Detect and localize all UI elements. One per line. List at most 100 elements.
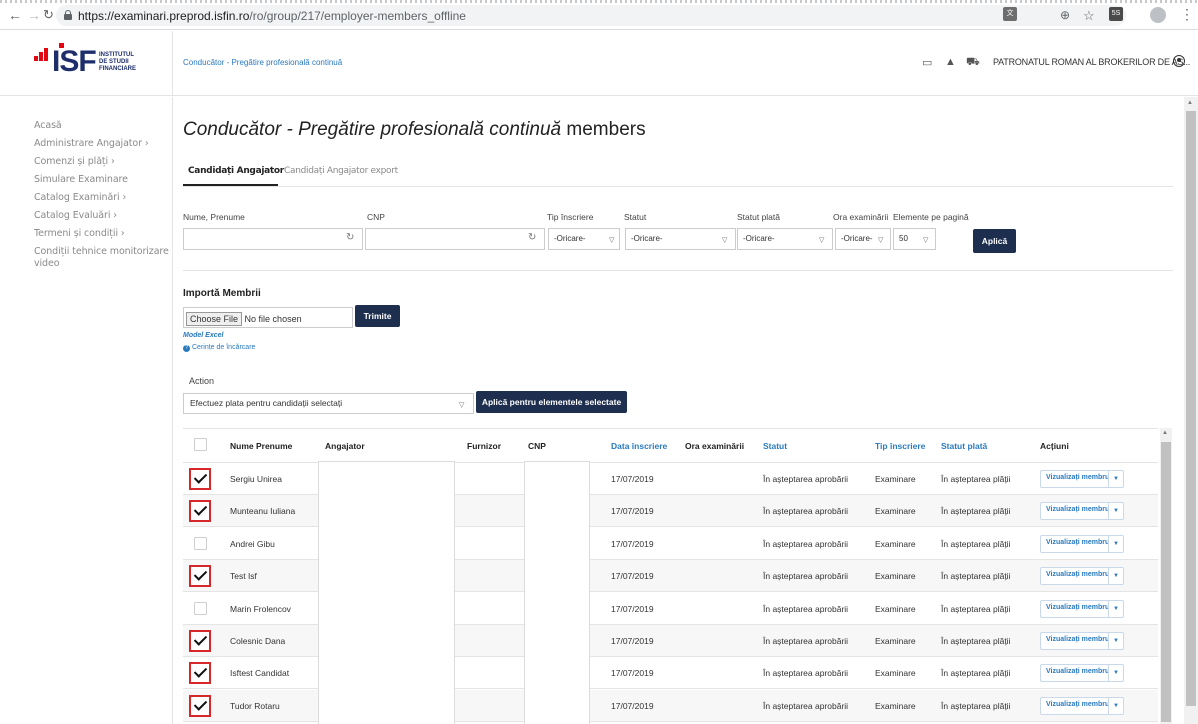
col-cnp[interactable]: CNP	[528, 441, 546, 451]
isf-logo[interactable]: ISF INSTITUTUL DE STUDII FINANCIARE	[34, 43, 164, 83]
tab-candidati-angajator[interactable]: Candidați Angajator	[188, 166, 284, 176]
logo-institution: INSTITUTUL DE STUDII FINANCIARE	[99, 52, 136, 73]
select-all-checkbox[interactable]	[194, 438, 207, 451]
page-scrollbar[interactable]: ▲	[1184, 97, 1198, 724]
calendar-icon[interactable]: ▭	[922, 56, 932, 69]
scroll-up-icon[interactable]: ▲	[1187, 100, 1193, 106]
zoom-icon[interactable]: ⊕	[1060, 8, 1070, 22]
translate-extension-icon[interactable]: 文	[1003, 7, 1017, 21]
row-checkbox-checked[interactable]	[189, 565, 211, 588]
row-checkbox[interactable]	[194, 601, 207, 615]
view-member-button[interactable]: Vizualizați membru ▼	[1040, 567, 1124, 586]
sidebar-item-administrare-angajator[interactable]: Administrare Angajator ›	[34, 138, 149, 149]
cell-payment: În așteptarea plății	[941, 700, 1011, 711]
ora-examinarii-select[interactable]: -Oricare- ▽	[835, 228, 891, 250]
cell-name: Test Isf	[230, 571, 257, 582]
bookmark-star-icon[interactable]: ☆	[1083, 8, 1095, 24]
caret-down-icon[interactable]: ▼	[1108, 534, 1123, 553]
apply-selected-button[interactable]: Aplică pentru elementele selectate	[476, 391, 627, 413]
sidebar-item-comenzi-si-plati[interactable]: Comenzi și plăți ›	[34, 156, 115, 167]
action-label: Action	[189, 376, 215, 386]
row-checkbox-checked[interactable]	[189, 662, 211, 685]
sidebar-item-conditii-tehnice-cont[interactable]: video	[34, 258, 60, 269]
col-statut[interactable]: Statut	[763, 441, 787, 451]
app-header: ISF INSTITUTUL DE STUDII FINANCIARE Cond…	[0, 31, 1198, 96]
statut-plata-select[interactable]: -Oricare- ▽	[737, 228, 833, 250]
browser-menu-icon[interactable]: ⋮	[1180, 6, 1194, 23]
header-breadcrumb[interactable]: Conducător - Pregătire profesională cont…	[183, 58, 342, 67]
col-data-inscriere[interactable]: Data înscriere	[611, 441, 667, 451]
sidebar-item-conditii-tehnice[interactable]: Condiții tehnice monitorizare	[34, 246, 169, 257]
apply-filters-button[interactable]: Aplică	[973, 229, 1016, 253]
view-member-button[interactable]: Vizualizați membru ▼	[1040, 599, 1124, 618]
elemente-pe-pagina-select[interactable]: 50 ▽	[893, 228, 936, 250]
sidebar-item-termeni-si-conditii[interactable]: Termeni și condiții ›	[34, 228, 125, 239]
row-checkbox-checked[interactable]	[189, 468, 211, 490]
col-statut-plata[interactable]: Statut plată	[941, 441, 987, 451]
tip-inscriere-select[interactable]: -Oricare- ▽	[548, 228, 620, 250]
row-checkbox-checked[interactable]	[189, 500, 211, 523]
address-bar[interactable]: https://examinari.preprod.isfin.ro/ro/gr…	[56, 5, 1126, 26]
forward-arrow-icon[interactable]: →	[27, 8, 41, 22]
view-member-button[interactable]: Vizualizați membru ▼	[1040, 664, 1124, 683]
tab-candidati-angajator-export[interactable]: Candidați Angajator export	[284, 166, 398, 176]
caret-down-icon[interactable]: ▼	[1108, 567, 1123, 586]
caret-down-icon[interactable]: ▼	[1108, 664, 1123, 683]
row-checkbox-checked[interactable]	[189, 694, 211, 717]
row-checkbox-checked[interactable]	[189, 630, 211, 652]
table-header: Nume Prenume Angajator Furnizor CNP Data…	[183, 428, 1158, 463]
table-scroll-thumb[interactable]	[1161, 442, 1171, 722]
submit-import-button[interactable]: Trimite	[355, 305, 400, 327]
caret-down-icon[interactable]: ▼	[1108, 470, 1123, 488]
user-icon[interactable]	[1173, 55, 1185, 67]
statut-select[interactable]: -Oricare- ▽	[625, 228, 736, 250]
logo-line-2: DE STUDII	[99, 59, 129, 65]
filter-label-ora: Ora examinării	[833, 212, 889, 222]
cart-icon[interactable]: ⛟	[966, 56, 980, 70]
tabs-divider	[183, 186, 1173, 187]
view-member-button[interactable]: Vizualizați membru ▼	[1040, 534, 1124, 553]
ora-examinarii-value: -Oricare-	[841, 234, 873, 243]
caret-down-icon[interactable]: ▼	[1108, 502, 1123, 521]
table-scrollbar[interactable]: ▲	[1160, 428, 1172, 724]
action-select[interactable]: Efectuez plata pentru candidații selecta…	[183, 393, 474, 414]
choose-file-button[interactable]: Choose File	[186, 312, 243, 326]
col-ora-examinarii[interactable]: Ora examinării	[685, 441, 744, 451]
reset-icon[interactable]: ↻	[528, 232, 536, 243]
bell-icon[interactable]: ▲	[945, 56, 956, 68]
caret-down-icon[interactable]: ▼	[1108, 696, 1123, 715]
name-filter-input[interactable]	[183, 228, 363, 250]
scroll-up-icon[interactable]: ▲	[1162, 430, 1168, 436]
view-member-button[interactable]: Vizualizați membru ▼	[1040, 470, 1124, 488]
caret-down-icon[interactable]: ▼	[1108, 632, 1123, 650]
extension-icon[interactable]: 5S	[1109, 7, 1123, 21]
requirements-link[interactable]: ? Cerințe de încărcare	[183, 344, 255, 352]
row-checkbox[interactable]	[194, 536, 207, 550]
sidebar-item-catalog-evaluari[interactable]: Catalog Evaluări ›	[34, 210, 117, 221]
view-member-label: Vizualizați membru	[1046, 636, 1110, 643]
reset-icon[interactable]: ↻	[346, 232, 354, 243]
header-user-name[interactable]: PATRONATUL ROMAN AL BROKERILOR DE AS...	[993, 57, 1190, 67]
url-text[interactable]: https://examinari.preprod.isfin.ro/ro/gr…	[78, 9, 466, 23]
view-member-button[interactable]: Vizualizați membru ▼	[1040, 502, 1124, 521]
sidebar-item-catalog-examinari[interactable]: Catalog Examinări ›	[34, 192, 126, 203]
sidebar-item-simulare-examinare[interactable]: Simulare Examinare	[34, 174, 128, 185]
cell-type: Examinare	[875, 506, 916, 517]
col-nume-prenume[interactable]: Nume Prenume	[230, 441, 292, 451]
reload-icon[interactable]: ↻	[43, 8, 54, 22]
file-input[interactable]: Choose File No file chosen	[183, 307, 353, 328]
page-scroll-thumb[interactable]	[1186, 111, 1196, 706]
caret-down-icon[interactable]: ▼	[1108, 599, 1123, 618]
sidebar-item-acasa[interactable]: Acasă	[34, 120, 62, 131]
cnp-filter-input[interactable]	[365, 228, 545, 250]
col-angajator[interactable]: Angajator	[325, 441, 365, 451]
view-member-button[interactable]: Vizualizați membru ▼	[1040, 632, 1124, 650]
back-arrow-icon[interactable]: ←	[8, 8, 22, 22]
col-tip-inscriere[interactable]: Tip înscriere	[875, 441, 925, 451]
action-select-value: Efectuez plata pentru candidații selecta…	[190, 398, 343, 408]
profile-avatar-icon[interactable]	[1150, 7, 1166, 23]
model-excel-link[interactable]: Model Excel	[183, 332, 223, 339]
view-member-button[interactable]: Vizualizați membru ▼	[1040, 696, 1124, 715]
col-furnizor[interactable]: Furnizor	[467, 441, 501, 451]
filter-label-statut-plata: Statut plată	[737, 212, 781, 222]
